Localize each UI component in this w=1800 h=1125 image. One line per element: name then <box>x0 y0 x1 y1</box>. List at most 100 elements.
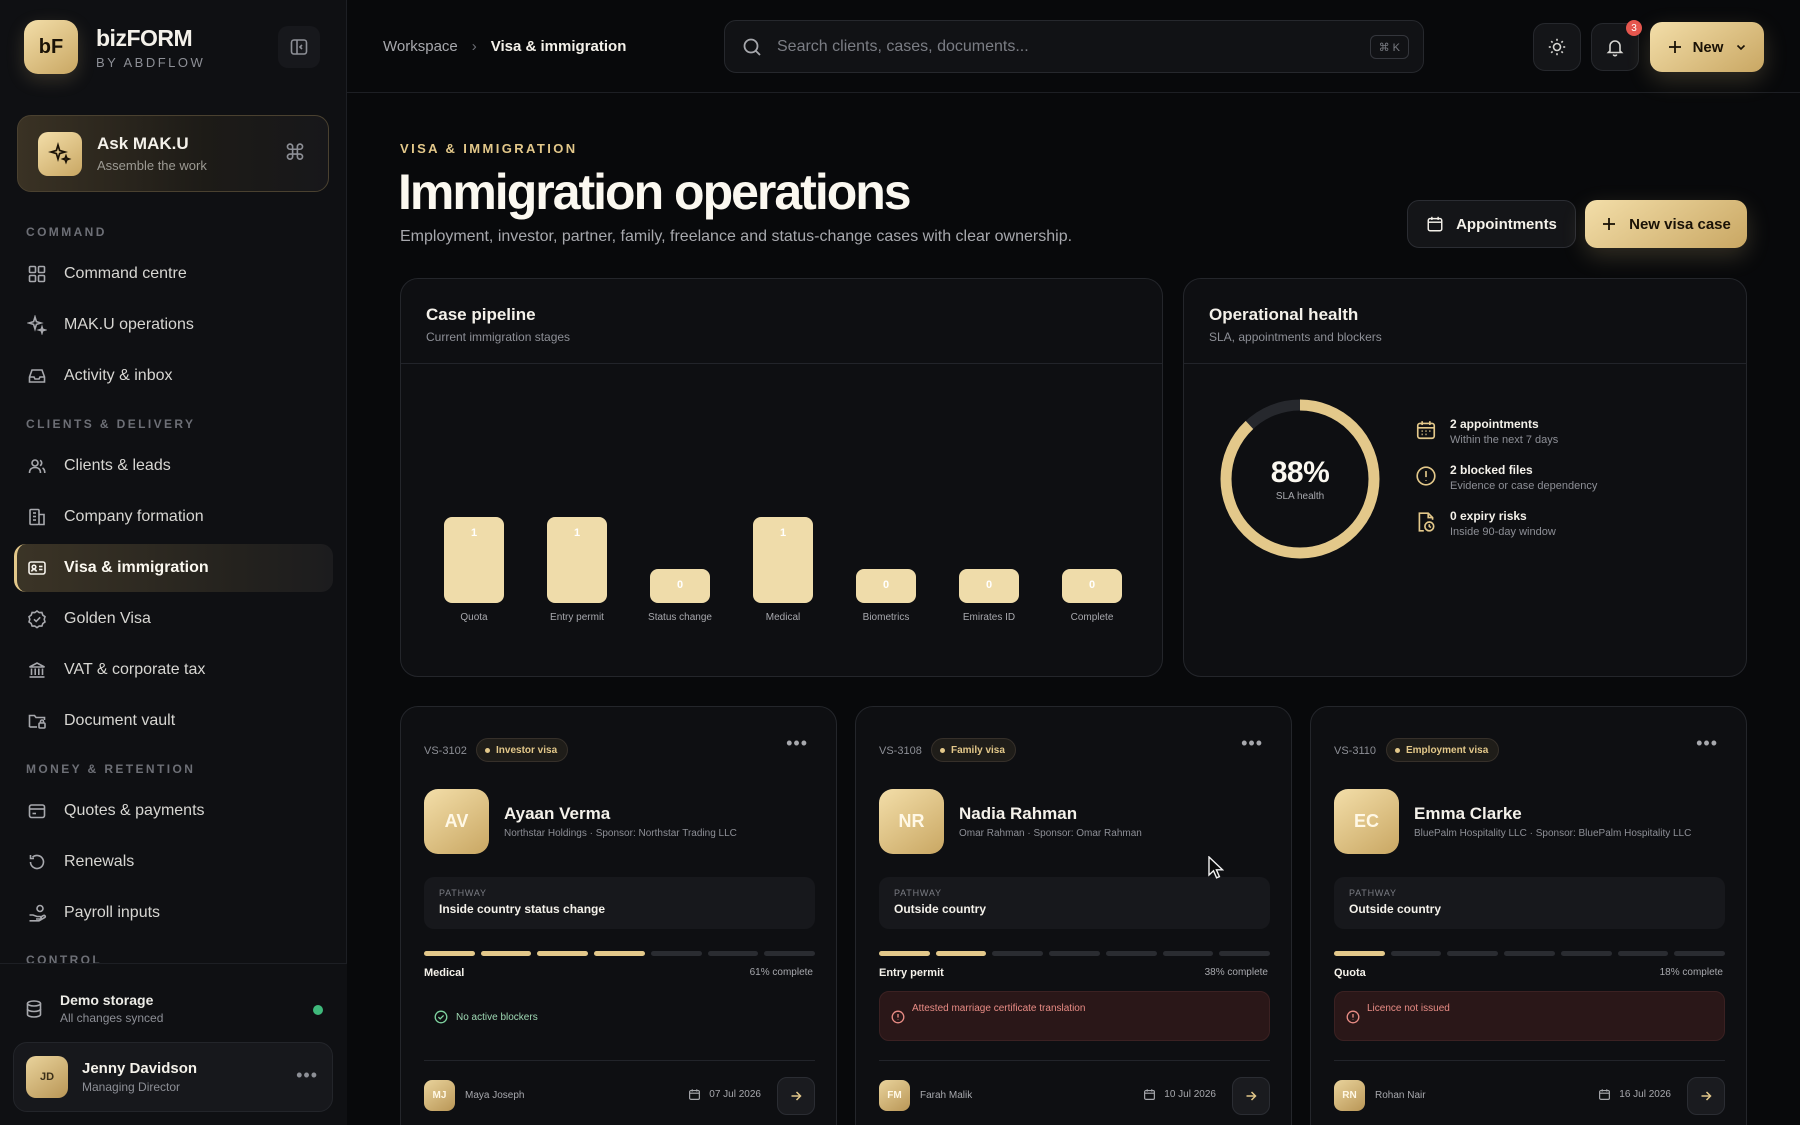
notifications-button[interactable]: 3 <box>1591 20 1642 71</box>
progress-step <box>1049 951 1100 956</box>
case-card[interactable]: VS-3110 Employment visa ••• EC Emma Clar… <box>1310 706 1747 1125</box>
storage-subtitle: All changes synced <box>60 1011 164 1025</box>
nav-label: MAK.U operations <box>64 316 194 333</box>
nav-label: Command centre <box>64 265 187 282</box>
bar-category-label: Biometrics <box>863 612 910 623</box>
users-icon <box>26 455 48 477</box>
nav-vat-corporate-tax[interactable]: VAT & corporate tax <box>14 646 333 694</box>
collapse-sidebar-button[interactable] <box>278 26 320 68</box>
search-bar[interactable]: ⌘ K <box>724 20 1424 73</box>
chevron-right-icon: › <box>471 38 477 55</box>
check-circle-icon <box>434 1010 448 1024</box>
blocker-status: No active blockers <box>434 1010 538 1024</box>
nav-activity-inbox[interactable]: Activity & inbox <box>14 352 333 400</box>
alert-circle-icon <box>1346 1010 1360 1024</box>
bar-category-label: Entry permit <box>550 612 604 623</box>
client-name[interactable]: Emma Clarke <box>1414 804 1522 824</box>
file-clock-icon <box>1418 512 1435 532</box>
storage-status[interactable]: Demo storage All changes synced <box>24 992 163 1025</box>
progress-step <box>1674 951 1726 956</box>
nav-label: Quotes & payments <box>64 802 205 819</box>
search-icon <box>743 38 761 56</box>
nav-visa-immigration[interactable]: Visa & immigration <box>14 544 333 592</box>
breadcrumb-workspace[interactable]: Workspace <box>383 38 458 55</box>
client-sponsor: Omar Rahman · Sponsor: Omar Rahman <box>959 828 1142 839</box>
appointments-button[interactable]: Appointments <box>1407 200 1576 248</box>
new-button[interactable]: New <box>1650 22 1764 72</box>
due-date-text: 10 Jul 2026 <box>1164 1089 1216 1100</box>
health-blocked-files[interactable]: 2 blocked files Evidence or case depende… <box>1415 463 1597 492</box>
calendar-icon <box>1144 1089 1156 1100</box>
more-horizontal-icon[interactable]: ••• <box>1241 733 1263 754</box>
user-profile[interactable]: JD Jenny Davidson Managing Director ••• <box>13 1042 333 1112</box>
ask-subtitle: Assemble the work <box>97 158 207 173</box>
progress-step <box>707 951 759 956</box>
more-horizontal-icon[interactable]: ••• <box>1696 733 1718 754</box>
alert-circle-icon <box>1416 466 1436 486</box>
notification-count-badge: 3 <box>1626 20 1642 36</box>
plus-icon <box>1668 41 1681 53</box>
case-type-badge: Family visa <box>931 738 1016 762</box>
bar-value-label: 1 <box>780 527 786 539</box>
pathway-box: PATHWAY Outside country <box>1334 877 1725 929</box>
nav-payroll-inputs[interactable]: Payroll inputs <box>14 889 333 937</box>
client-name[interactable]: Ayaan Verma <box>504 804 610 824</box>
bell-icon <box>1606 40 1624 57</box>
sidebar-footer: Demo storage All changes synced JD Jenny… <box>0 963 347 1125</box>
breadcrumb-current: Visa & immigration <box>490 38 627 55</box>
bar-value-label: 0 <box>677 579 683 591</box>
health-appointments[interactable]: 2 appointments Within the next 7 days <box>1415 417 1558 446</box>
avatar: RN <box>1334 1080 1365 1111</box>
nav-renewals[interactable]: Renewals <box>14 838 333 886</box>
blocker-alert: Licence not issued <box>1334 991 1725 1041</box>
brand-name: bizFORM <box>96 24 193 51</box>
nav-label: Activity & inbox <box>64 367 173 384</box>
ask-maku-button[interactable]: Ask MAK.U Assemble the work ⌘ <box>17 115 329 192</box>
case-card[interactable]: VS-3108 Family visa ••• NR Nadia Rahman … <box>855 706 1292 1125</box>
nav-maku-operations[interactable]: MAK.U operations <box>14 301 333 349</box>
theme-toggle-button[interactable] <box>1533 23 1581 71</box>
nav-quotes-payments[interactable]: Quotes & payments <box>14 787 333 835</box>
bar-category-label: Complete <box>1071 612 1114 623</box>
arrow-right-icon <box>1246 1091 1257 1101</box>
pathway-box: PATHWAY Inside country status change <box>424 877 815 929</box>
nav-golden-visa[interactable]: Golden Visa <box>14 595 333 643</box>
due-date: 10 Jul 2026 <box>1143 1088 1216 1101</box>
brand[interactable]: bF bizFORM BY ABDFLOW <box>24 20 205 74</box>
avatar: FM <box>879 1080 910 1111</box>
progress-step <box>1560 951 1612 956</box>
progress-step <box>879 951 930 956</box>
case-card[interactable]: VS-3102 Investor visa ••• AV Ayaan Verma… <box>400 706 837 1125</box>
due-date-text: 07 Jul 2026 <box>709 1089 761 1100</box>
progress-steps <box>1334 951 1726 956</box>
more-horizontal-icon[interactable]: ••• <box>786 733 808 754</box>
nav-company-formation[interactable]: Company formation <box>14 493 333 541</box>
health-title: Operational health <box>1209 305 1359 324</box>
badge-check-icon <box>26 608 48 630</box>
blocker-text: Licence not issued <box>1367 1003 1450 1014</box>
chevron-down-icon <box>1737 44 1746 51</box>
new-visa-case-button[interactable]: New visa case <box>1585 200 1747 248</box>
nav-label: Visa & immigration <box>64 559 209 576</box>
progress-step <box>1617 951 1669 956</box>
nav-command-centre[interactable]: Command centre <box>14 250 333 298</box>
bar-category-label: Medical <box>766 612 800 623</box>
pathway-value: Outside country <box>894 902 987 916</box>
open-case-button[interactable] <box>1232 1077 1270 1115</box>
open-case-button[interactable] <box>777 1077 815 1115</box>
sidebar: bF bizFORM BY ABDFLOW Ask MAK.U Assemble… <box>0 0 347 1125</box>
operational-health-panel: Operational health SLA, appointments and… <box>1183 278 1747 677</box>
open-case-button[interactable] <box>1687 1077 1725 1115</box>
pathway-label: PATHWAY <box>439 888 487 898</box>
health-item-title: 0 expiry risks <box>1450 509 1527 523</box>
more-horizontal-icon[interactable]: ••• <box>296 1065 318 1086</box>
brand-tagline: BY ABDFLOW <box>96 54 206 70</box>
pipeline-subtitle: Current immigration stages <box>426 330 571 344</box>
client-name[interactable]: Nadia Rahman <box>959 804 1077 824</box>
nav-document-vault[interactable]: Document vault <box>14 697 333 745</box>
nav-clients-leads[interactable]: Clients & leads <box>14 442 333 490</box>
progress-step <box>764 951 816 956</box>
search-input[interactable] <box>777 37 1337 56</box>
health-expiry-risks[interactable]: 0 expiry risks Inside 90-day window <box>1415 509 1556 538</box>
calendar-icon <box>689 1089 701 1100</box>
